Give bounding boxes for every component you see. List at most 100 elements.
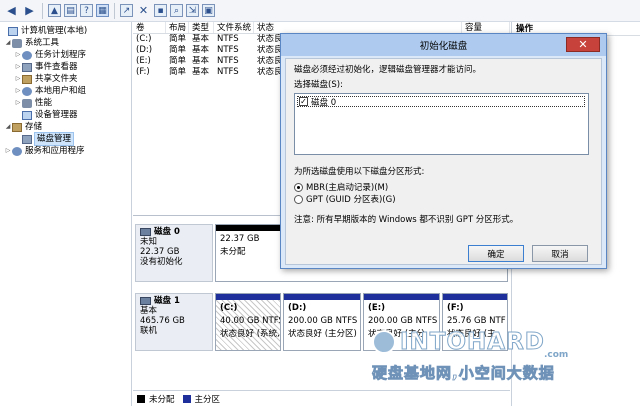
tree-item-label: 事件查看器 — [35, 62, 78, 72]
tree-item-performance[interactable]: ▷ 性能 — [0, 97, 131, 109]
column-header-status[interactable]: 状态 — [254, 22, 462, 33]
close-icon[interactable]: ✕ — [566, 37, 600, 52]
tree-item-task-scheduler[interactable]: ▷ 任务计划程序 — [0, 49, 131, 61]
partition-size: 200.00 GB NTFS — [368, 316, 438, 326]
column-header-type[interactable]: 类型 — [189, 22, 214, 33]
partition-e[interactable]: (E:) 200.00 GB NTFS 状态良好 (主分 — [363, 293, 440, 351]
collapse-arrow-icon[interactable]: ◢ — [4, 37, 12, 49]
partition-size: 200.00 GB NTFS — [288, 316, 358, 326]
expand-arrow-icon[interactable]: ▷ — [14, 73, 22, 85]
expand-arrow-icon[interactable]: ▷ — [14, 49, 22, 61]
folder-up-icon[interactable]: ▲ — [48, 4, 61, 17]
back-icon[interactable]: ◀ — [4, 3, 19, 18]
search-icon[interactable]: ⌕ — [170, 4, 183, 17]
disk-state: 联机 — [140, 326, 158, 336]
partition-label: (C:) — [220, 303, 238, 313]
partition-label: (F:) — [447, 303, 464, 313]
disk-name: 磁盘 0 — [154, 227, 180, 237]
column-header-filesystem[interactable]: 文件系统 — [214, 22, 254, 33]
dialog-titlebar[interactable]: 初始化磁盘 ✕ — [281, 34, 606, 56]
tree-item-label: 计算机管理(本地) — [21, 26, 88, 36]
tree-item-event-viewer[interactable]: ▷ 事件查看器 — [0, 61, 131, 73]
partition-label: (D:) — [288, 303, 307, 313]
users-icon — [22, 86, 32, 96]
shared-folder-icon — [22, 74, 32, 84]
expand-arrow-icon[interactable]: ▷ — [14, 61, 22, 73]
expand-arrow-icon[interactable]: ▷ — [4, 145, 12, 157]
layout-cell: 简单 — [169, 45, 187, 55]
tree-item-shared-folders[interactable]: ▷ 共享文件夹 — [0, 73, 131, 85]
mbr-label: MBR(主启动记录)(M) — [306, 183, 389, 193]
layout-cell: 简单 — [169, 67, 187, 77]
tree-item-storage[interactable]: ◢ 存储 — [0, 121, 131, 133]
export-icon[interactable]: ⇲ — [186, 4, 199, 17]
list-item[interactable]: ✓ 磁盘 0 — [297, 96, 585, 108]
type-cell: 基本 — [192, 34, 210, 44]
performance-icon — [22, 98, 32, 108]
select-disk-label: 选择磁盘(S): — [294, 80, 343, 90]
layout-cell: 简单 — [169, 56, 187, 66]
forward-icon[interactable]: ▶ — [22, 3, 37, 18]
toolbar-divider — [42, 2, 43, 19]
disk-icon — [140, 297, 151, 305]
filesystem-cell: NTFS — [217, 45, 239, 55]
disk-management-icon — [22, 134, 32, 144]
column-header-layout[interactable]: 布局 — [166, 22, 189, 33]
initialize-disk-dialog: 初始化磁盘 ✕ 磁盘必须经过初始化，逻辑磁盘管理器才能访问。 选择磁盘(S): … — [280, 33, 607, 269]
toolbar: ◀ ▶ ▲ ▤ ? ▦ ↗ ✕ ▪ ⌕ ⇲ ▣ — [0, 0, 640, 22]
disk-size: 465.76 GB — [140, 316, 185, 326]
disk-init-state: 没有初始化 — [140, 257, 183, 267]
open-icon[interactable]: ↗ — [120, 4, 133, 17]
gpt-label: GPT (GUID 分区表)(G) — [306, 195, 396, 205]
help-icon[interactable]: ? — [80, 4, 93, 17]
tree-item-root[interactable]: 计算机管理(本地) — [0, 25, 131, 37]
view-icon[interactable]: ▣ — [202, 4, 215, 17]
mbr-radio[interactable]: MBR(主启动记录)(M) — [294, 181, 593, 193]
console-view-icon[interactable]: ▦ — [96, 4, 109, 17]
tree-item-device-manager[interactable]: 设备管理器 — [0, 109, 131, 121]
disk-select-list[interactable]: ✓ 磁盘 0 — [294, 93, 589, 155]
delete-icon[interactable]: ✕ — [136, 3, 151, 18]
gpt-note: 注意: 所有早期版本的 Windows 都不识别 GPT 分区形式。 — [294, 215, 519, 225]
type-cell: 基本 — [192, 67, 210, 77]
tree-item-services-apps[interactable]: ▷ 服务和应用程序 — [0, 145, 131, 157]
disk-name: 磁盘 1 — [154, 296, 180, 306]
tree-item-label: 任务计划程序 — [35, 50, 87, 60]
tree-item-local-users[interactable]: ▷ 本地用户和组 — [0, 85, 131, 97]
cancel-button[interactable]: 取消 — [532, 245, 588, 262]
tree-item-label: 存储 — [25, 122, 43, 132]
partition-c[interactable]: (C:) 40.00 GB NTFS 状态良好 (系统, — [215, 293, 281, 351]
column-header-capacity[interactable]: 容量 — [462, 22, 510, 33]
expand-arrow-icon[interactable]: ▷ — [14, 97, 22, 109]
collapse-arrow-icon[interactable]: ◢ — [4, 121, 12, 133]
partition-status: 状态良好 (主 — [447, 329, 496, 339]
tree-item-label: 系统工具 — [25, 38, 60, 48]
tree-item-label: 性能 — [35, 98, 53, 108]
type-cell: 基本 — [192, 56, 210, 66]
clock-icon — [22, 50, 32, 60]
tree-item-label: 共享文件夹 — [35, 74, 78, 84]
filesystem-cell: NTFS — [217, 56, 239, 66]
tree-item-disk-management[interactable]: 磁盘管理 — [0, 132, 131, 146]
partition-d[interactable]: (D:) 200.00 GB NTFS 状态良好 (主分区) — [283, 293, 361, 351]
disk-1-info[interactable]: 磁盘 1 基本 465.76 GB 联机 — [135, 293, 213, 351]
show-tree-icon[interactable]: ▤ — [64, 4, 77, 17]
partition-f[interactable]: (F:) 25.76 GB NTF 状态良好 (主 — [442, 293, 508, 351]
column-header-volume[interactable]: 卷 — [133, 22, 166, 33]
expand-arrow-icon[interactable]: ▷ — [14, 85, 22, 97]
radio-selected-icon[interactable] — [294, 182, 303, 192]
volume-cell: (F:) — [136, 67, 150, 77]
tools-icon — [12, 38, 22, 48]
tree-item-system-tools[interactable]: ◢ 系统工具 — [0, 37, 131, 49]
tree-item-label: 本地用户和组 — [35, 86, 87, 96]
disk-icon — [140, 228, 151, 236]
dialog-message: 磁盘必须经过初始化，逻辑磁盘管理器才能访问。 — [294, 65, 482, 75]
legend-primary: 主分区 — [194, 394, 221, 405]
ok-button[interactable]: 确定 — [468, 245, 524, 262]
properties-icon[interactable]: ▪ — [154, 4, 167, 17]
disk-0-info[interactable]: 磁盘 0 未知 22.37 GB 没有初始化 — [135, 224, 213, 282]
gpt-radio[interactable]: GPT (GUID 分区表)(G) — [294, 193, 593, 205]
partition-size: 40.00 GB NTFS — [220, 316, 280, 326]
radio-unselected-icon[interactable] — [294, 194, 303, 204]
checkbox-checked-icon[interactable]: ✓ — [299, 97, 308, 106]
